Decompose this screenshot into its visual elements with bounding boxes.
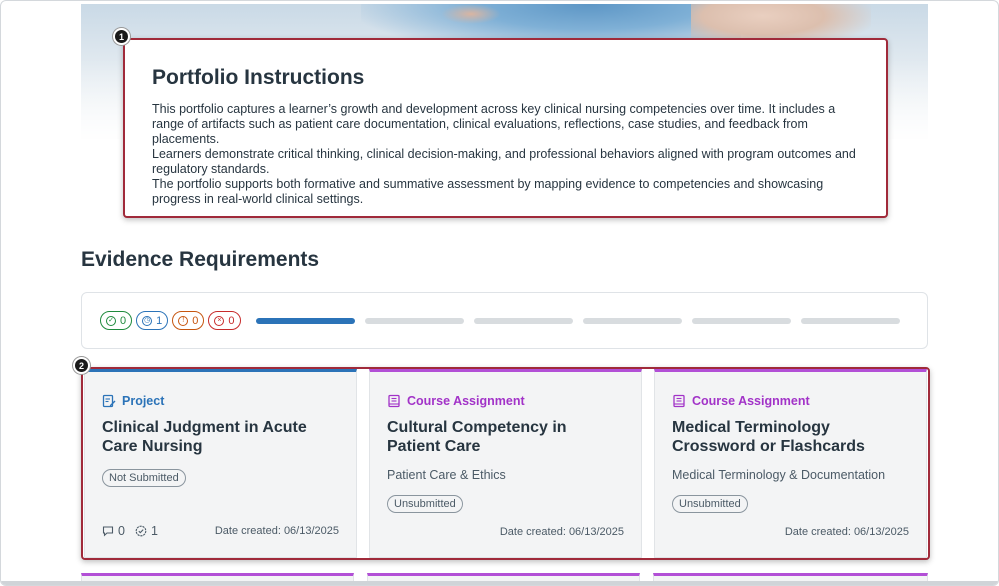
status-badge: Not Submitted: [102, 469, 186, 487]
card-footer: Date created: 06/13/2025: [387, 526, 624, 538]
instructions-line-2: Learners demonstrate critical thinking, …: [152, 147, 856, 176]
card-category: Medical Terminology & Documentation: [672, 468, 886, 482]
date-created: Date created: 06/13/2025: [784, 526, 909, 538]
card-type: Course Assignment: [387, 394, 624, 408]
card-type-label: Course Assignment: [692, 394, 810, 408]
card-type-label: Project: [122, 394, 165, 408]
section-title: Evidence Requirements: [81, 248, 320, 271]
page-frame: Portfolio Instructions This portfolio ca…: [0, 0, 999, 586]
card-footer: Date created: 06/13/2025: [672, 526, 909, 538]
progress-segment[interactable]: [691, 317, 791, 324]
x-circle-icon: ×: [214, 315, 225, 326]
card-type-label: Course Assignment: [407, 394, 525, 408]
badge-check-icon: [135, 525, 147, 537]
evidence-cards-row: Project Clinical Judgment in Acute Care …: [81, 367, 930, 560]
in-progress-count: 1: [156, 314, 163, 327]
status-pill-complete[interactable]: ✓ 0: [100, 311, 133, 330]
instructions-title: Portfolio Instructions: [152, 66, 365, 89]
progress-segment[interactable]: [582, 317, 682, 324]
evidence-card-project[interactable]: Project Clinical Judgment in Acute Care …: [84, 369, 357, 558]
comment-icon: [102, 526, 114, 537]
check-circle-icon: ✓: [106, 315, 116, 326]
progress-segment[interactable]: [473, 317, 573, 324]
exclamation-icon: !: [178, 315, 189, 326]
card-category: Patient Care & Ethics: [387, 468, 506, 482]
book-icon: [387, 394, 401, 408]
card-title[interactable]: Medical Terminology Crossword or Flashca…: [672, 418, 909, 456]
book-icon: [672, 394, 686, 408]
evidence-progress-panel: ✓ 0 ◷ 1 ! 0 × 0: [81, 292, 928, 349]
date-created: Date created: 06/13/2025: [499, 526, 624, 538]
bottom-scroll-edge: [1, 581, 998, 585]
progress-segment[interactable]: [255, 317, 355, 324]
status-pill-warning[interactable]: ! 0: [172, 311, 205, 330]
evidence-card-assignment[interactable]: Course Assignment Cultural Competency in…: [369, 369, 642, 558]
card-type: Project: [102, 394, 339, 408]
failed-count: 0: [228, 314, 235, 327]
card-title[interactable]: Cultural Competency in Patient Care: [387, 418, 624, 456]
comments-count: 0: [102, 524, 125, 538]
warning-count: 0: [192, 314, 199, 327]
evidence-card-assignment[interactable]: Course Assignment Medical Terminology Cr…: [654, 369, 927, 558]
progress-segment[interactable]: [364, 317, 464, 324]
status-pill-failed[interactable]: × 0: [208, 311, 241, 330]
progress-segment[interactable]: [800, 317, 900, 324]
card-footer: 0 1 Date created: 06/13/2025: [102, 524, 339, 538]
status-badge: Unsubmitted: [672, 495, 748, 513]
callout-marker-2: 2: [73, 357, 90, 374]
complete-count: 0: [120, 314, 127, 327]
status-pill-in-progress[interactable]: ◷ 1: [136, 311, 169, 330]
edit-document-icon: [102, 394, 116, 408]
portfolio-instructions-panel: Portfolio Instructions This portfolio ca…: [123, 38, 888, 218]
card-title[interactable]: Clinical Judgment in Acute Care Nursing: [102, 418, 339, 456]
progress-segments: [255, 317, 900, 324]
status-badge: Unsubmitted: [387, 495, 463, 513]
card-type: Course Assignment: [672, 394, 909, 408]
clock-icon: ◷: [142, 315, 153, 326]
callout-marker-1: 1: [113, 28, 130, 45]
instructions-line-3: The portfolio supports both formative an…: [152, 177, 824, 206]
date-created: Date created: 06/13/2025: [214, 525, 339, 537]
approvals-count: 1: [135, 524, 158, 538]
instructions-line-1: This portfolio captures a learner’s grow…: [152, 102, 836, 146]
